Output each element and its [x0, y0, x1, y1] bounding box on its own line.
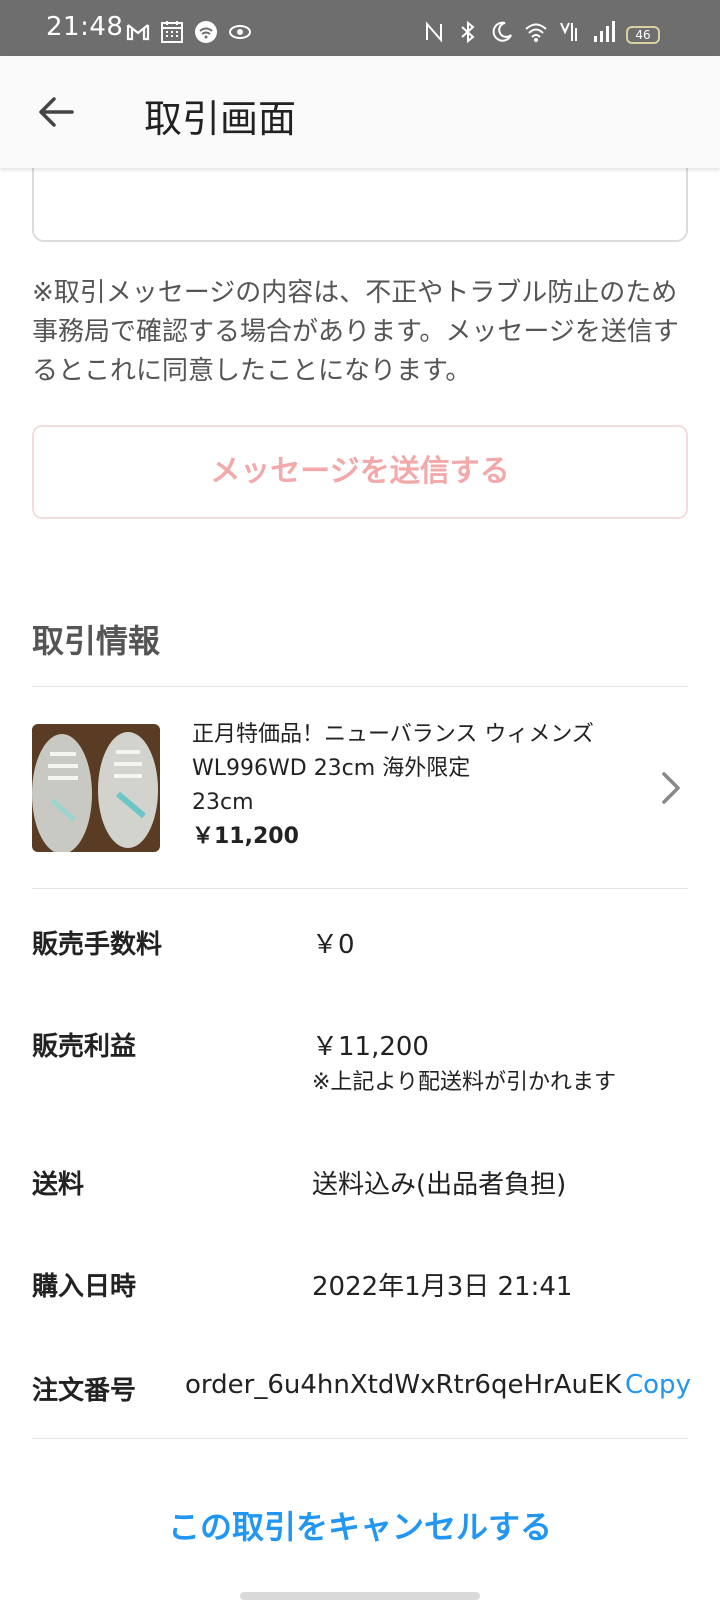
divider	[32, 888, 688, 889]
purchase-date-value: 2022年1月3日 21:41	[312, 1272, 573, 1302]
divider	[32, 1438, 688, 1439]
wifi-app-icon	[195, 21, 217, 43]
item-thumbnail	[32, 724, 160, 852]
transaction-section-title: 取引情報	[32, 622, 161, 660]
battery-indicator: 46	[626, 26, 660, 44]
order-number-label: 注文番号	[32, 1376, 137, 1406]
volte-icon	[560, 22, 577, 41]
cancel-transaction-link[interactable]: この取引をキャンセルする	[0, 1502, 720, 1548]
bluetooth-icon	[461, 20, 475, 44]
status-time: 21:48	[46, 12, 124, 42]
fee-label: 販売手数料	[32, 930, 163, 960]
send-message-button[interactable]: メッセージを送信する	[32, 425, 688, 519]
status-bar: 21:48 46	[0, 0, 720, 56]
copy-order-number-button[interactable]: Copy	[625, 1370, 691, 1400]
status-left-icons	[126, 20, 252, 44]
calendar-icon	[161, 21, 183, 43]
order-number-value: order_6u4hnXtdWxRtr6qeHrAuEK	[185, 1370, 622, 1400]
divider	[32, 686, 688, 687]
purchase-date-label: 購入日時	[32, 1272, 137, 1302]
signal-icon	[594, 21, 615, 42]
fee-value: ￥0	[312, 930, 355, 960]
profit-label: 販売利益	[32, 1032, 137, 1062]
item-size: 23cm	[192, 790, 254, 815]
eye-icon	[229, 25, 251, 39]
item-name: 正月特価品！ニューバランス ウィメンズ WL996WD 23cm 海外限定	[192, 722, 594, 781]
message-notice: ※取引メッセージの内容は、不正やトラブル防止のため事務局で確認する場合があります…	[32, 278, 679, 386]
shipping-value: 送料込み(出品者負担)	[312, 1170, 567, 1200]
item-row[interactable]: 正月特価品！ニューバランス ウィメンズ WL996WD 23cm 海外限定 23…	[0, 690, 720, 888]
profit-note: ※上記より配送料が引かれます	[312, 1070, 616, 1095]
chevron-right-icon	[662, 772, 680, 804]
profit-value: ￥11,200	[312, 1032, 429, 1062]
app-bar: 取引画面	[0, 56, 720, 168]
wifi-icon	[525, 23, 547, 42]
status-right-icons	[422, 20, 616, 44]
back-arrow-icon[interactable]	[34, 90, 78, 134]
moon-icon	[492, 21, 512, 42]
home-indicator[interactable]	[240, 1592, 480, 1600]
item-price: ￥11,200	[192, 824, 299, 849]
gmail-icon	[126, 24, 150, 41]
nfc-icon	[426, 21, 442, 43]
page-title: 取引画面	[144, 97, 297, 141]
shipping-label: 送料	[32, 1170, 85, 1200]
